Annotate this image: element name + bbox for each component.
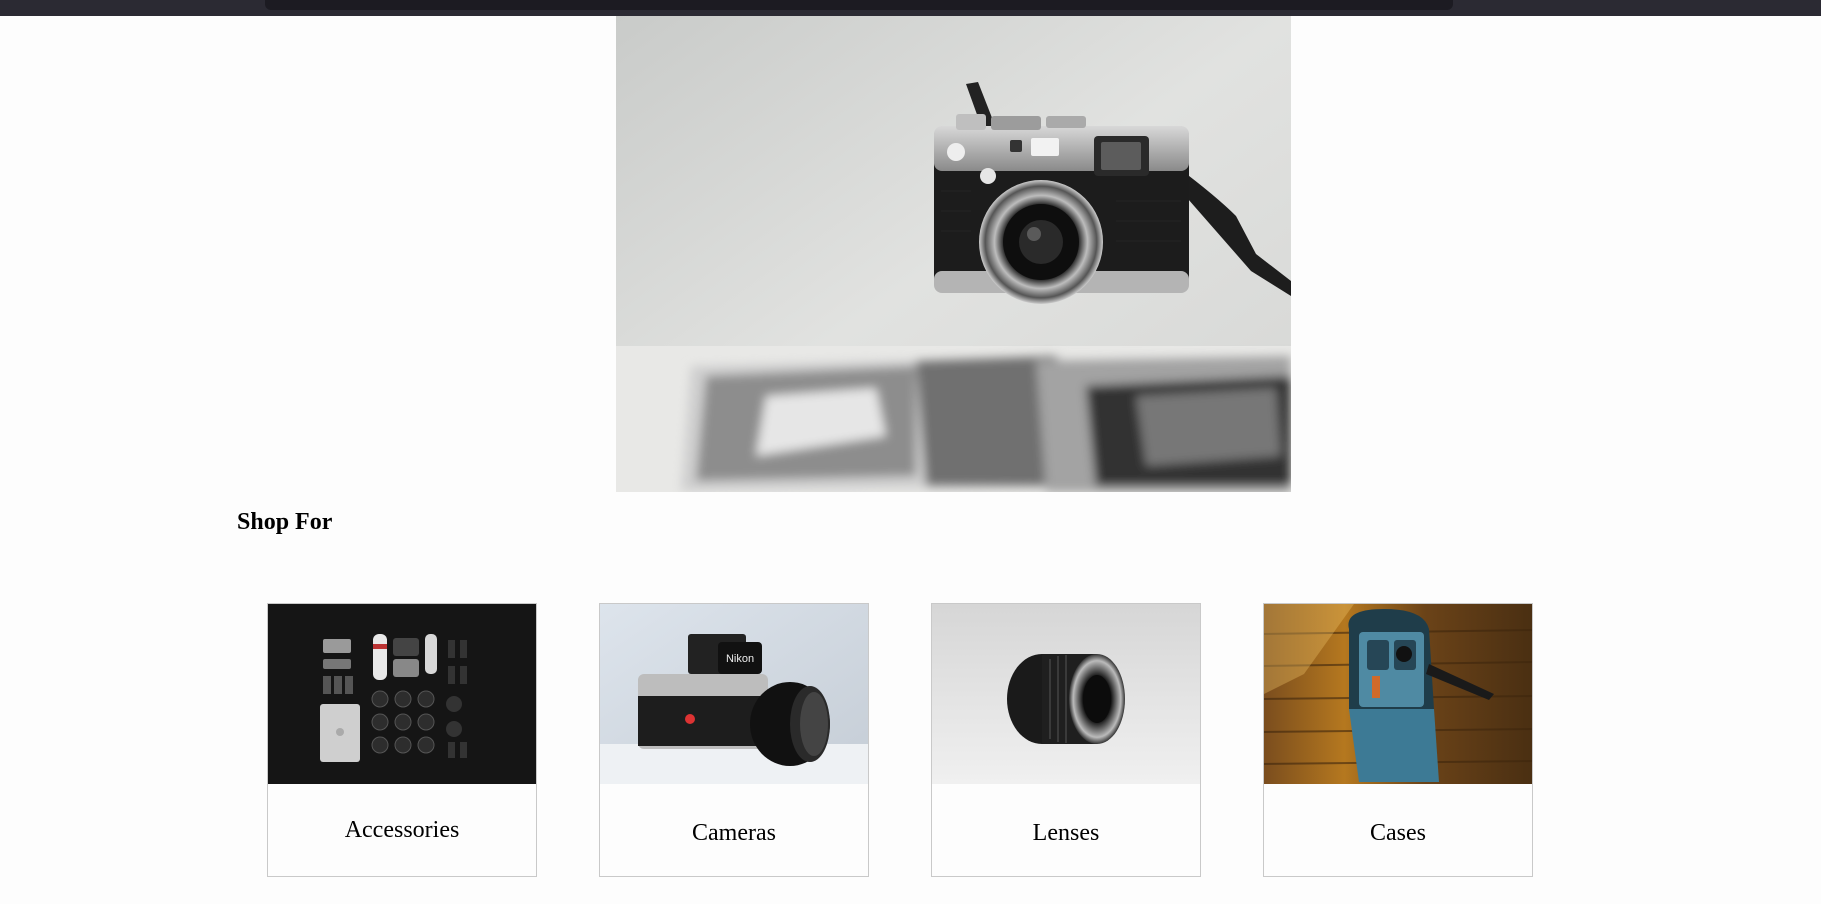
shop-for-heading: Shop For	[237, 509, 333, 535]
category-label: Lenses	[1032, 820, 1100, 846]
browser-address-area	[265, 0, 1453, 10]
category-label: Accessories	[344, 817, 460, 843]
category-card-cases[interactable]: Cases	[1263, 603, 1533, 877]
category-card-cameras[interactable]: Nikon Cameras	[599, 603, 869, 877]
lens-photo	[932, 604, 1200, 784]
category-card-accessories[interactable]: Accessories	[267, 603, 537, 877]
category-card-lenses[interactable]: Lenses	[931, 603, 1201, 877]
hero-camera-image	[616, 16, 1291, 492]
accessories-photo	[268, 604, 536, 784]
browser-topbar	[0, 0, 1821, 16]
backpack-case-photo	[1264, 604, 1532, 784]
nikon-camera-photo: Nikon	[600, 604, 868, 784]
category-label: Cases	[1370, 820, 1426, 846]
svg-text:Nikon: Nikon	[726, 653, 754, 665]
category-label: Cameras	[692, 820, 776, 846]
